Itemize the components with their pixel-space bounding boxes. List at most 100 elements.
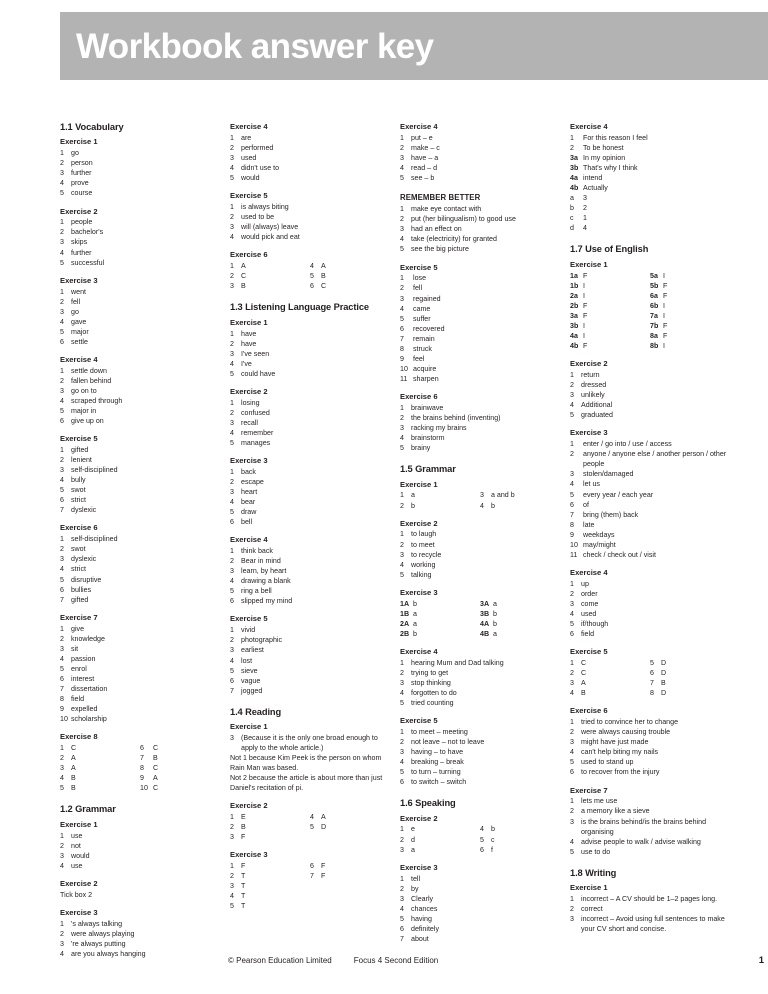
answer-text: F bbox=[663, 291, 668, 300]
answer-number: 2 bbox=[230, 477, 234, 486]
answer-item: 8b I bbox=[650, 341, 730, 351]
answer-item: 1e bbox=[400, 824, 480, 834]
answer-number: 10 bbox=[60, 715, 68, 724]
answer-list: 1 enter / go into / use / access 2 anyone /… bbox=[570, 439, 730, 560]
answer-item: 4 Additional bbox=[570, 400, 730, 410]
answer-text: tried counting bbox=[411, 698, 454, 707]
answer-text: about bbox=[411, 934, 429, 943]
answer-item: 3 stop thinking bbox=[400, 678, 560, 688]
answer-text: ring a bell bbox=[241, 587, 272, 596]
answer-grid-right: 3a and b4b bbox=[480, 490, 560, 510]
answer-item: 5 use to do bbox=[570, 847, 730, 857]
answer-item: 5B bbox=[60, 783, 140, 793]
exercise-heading: Exercise 2 bbox=[400, 813, 438, 823]
answer-number: 1 bbox=[400, 491, 404, 500]
answer-number: 1 bbox=[60, 446, 64, 454]
answer-text: F bbox=[321, 872, 326, 881]
answer-item: 6 bullies bbox=[60, 585, 220, 595]
answer-text: I bbox=[583, 281, 585, 290]
answer-text: B bbox=[241, 282, 246, 291]
answer-number: 1 bbox=[230, 262, 234, 271]
answer-text: struck bbox=[413, 344, 432, 353]
answer-text: T bbox=[241, 902, 246, 911]
copyright-text: © Pearson Education Limited bbox=[228, 956, 332, 965]
exercise-heading: Exercise 4 bbox=[230, 122, 268, 131]
answer-item: 2A bbox=[60, 753, 140, 763]
answer-text: have bbox=[241, 339, 257, 348]
answer-item: 3 self-disciplined bbox=[60, 465, 220, 475]
answer-number: 1B bbox=[400, 609, 410, 618]
answer-number: 3 bbox=[230, 646, 234, 655]
answer-text: F bbox=[583, 301, 588, 310]
answer-number: 3B bbox=[480, 609, 490, 618]
answer-text: lost bbox=[241, 656, 253, 665]
answer-number: 5 bbox=[570, 411, 574, 420]
answer-text: T bbox=[241, 872, 246, 881]
answer-text: C bbox=[71, 744, 77, 753]
answer-item: 6 definitely bbox=[400, 924, 560, 934]
answer-text: could have bbox=[241, 369, 276, 378]
answer-text: not bbox=[71, 841, 81, 850]
answer-text: C bbox=[581, 659, 587, 668]
answer-number: 1 bbox=[400, 727, 404, 736]
answer-number: 2A bbox=[400, 619, 410, 628]
answer-number: 1 bbox=[60, 366, 64, 375]
answer-number: 5 bbox=[230, 369, 234, 378]
answer-text: field bbox=[71, 695, 85, 704]
answer-text: B bbox=[581, 689, 586, 698]
answer-text: recovered bbox=[413, 324, 445, 333]
answer-number: 1 bbox=[60, 624, 64, 633]
answer-number: 3 bbox=[230, 223, 234, 232]
answer-number: 6 bbox=[310, 282, 314, 291]
answer-item: 3 're always putting bbox=[60, 939, 220, 949]
exercise-heading: Exercise 5 bbox=[60, 434, 98, 444]
answer-number: 1 bbox=[570, 718, 574, 727]
answer-text: bachelor's bbox=[71, 228, 104, 237]
answer-text: take (electricity) for granted bbox=[411, 235, 497, 244]
answer-text: B bbox=[71, 784, 76, 793]
answer-number: 2 bbox=[400, 501, 404, 510]
answer-item: 4 passion bbox=[60, 654, 220, 664]
section-heading-1-4: 1.4 Reading bbox=[230, 706, 282, 717]
answer-number: 1 bbox=[400, 205, 404, 214]
answer-text: put – e bbox=[411, 133, 433, 142]
answer-item: 3 learn, by heart bbox=[230, 566, 390, 576]
answer-text: correct bbox=[581, 905, 603, 914]
answer-text: is the brains behind/is the brains behin… bbox=[581, 817, 707, 836]
answer-item: 2 fell bbox=[400, 283, 560, 293]
answer-item: 4 bear bbox=[230, 497, 390, 507]
answer-item: 1 lose bbox=[400, 273, 560, 283]
answer-item: 4B bbox=[60, 773, 140, 783]
answer-number: 2 bbox=[570, 381, 574, 390]
answer-number: 8 bbox=[60, 695, 64, 704]
answer-number: 1 bbox=[400, 274, 404, 283]
answer-number: 3 bbox=[570, 391, 574, 400]
answer-text: weekdays bbox=[583, 530, 615, 539]
answer-text: d bbox=[411, 835, 415, 844]
answer-number: 5 bbox=[400, 768, 404, 777]
answer-text: recall bbox=[241, 418, 258, 427]
answer-list: 1 's always talking 2 were always playing 3 '… bbox=[60, 919, 220, 959]
answer-number: c bbox=[570, 214, 574, 223]
answer-number: 5 bbox=[400, 444, 404, 453]
answer-text: fell bbox=[413, 284, 423, 293]
answer-number: 4 bbox=[230, 359, 234, 368]
answer-text: will (always) leave bbox=[241, 223, 299, 232]
answer-text: would bbox=[241, 174, 260, 183]
answer-item: 8 field bbox=[60, 694, 220, 704]
answer-item: 1 's always talking bbox=[60, 919, 220, 929]
answer-item: 5 used to stand up bbox=[570, 757, 730, 767]
answer-text: expelled bbox=[71, 705, 98, 714]
answer-item: 3 earliest bbox=[230, 645, 390, 655]
answer-item: 4 chances bbox=[400, 904, 560, 914]
answer-text: make eye contact with bbox=[411, 205, 482, 214]
column-1: 1.1 Vocabulary Exercise 1 1 go 2 person 3 fur… bbox=[60, 122, 220, 958]
answer-text: if/though bbox=[581, 620, 609, 629]
answer-text: A bbox=[321, 813, 326, 822]
answer-text: scholarship bbox=[71, 715, 107, 724]
answer-item: 7 dyslexic bbox=[60, 505, 220, 515]
answer-item: 2 make – c bbox=[400, 143, 560, 153]
answer-item: 2B b bbox=[400, 629, 480, 639]
answer-number: 2 bbox=[230, 636, 234, 645]
answer-item: 4 prove bbox=[60, 178, 220, 188]
